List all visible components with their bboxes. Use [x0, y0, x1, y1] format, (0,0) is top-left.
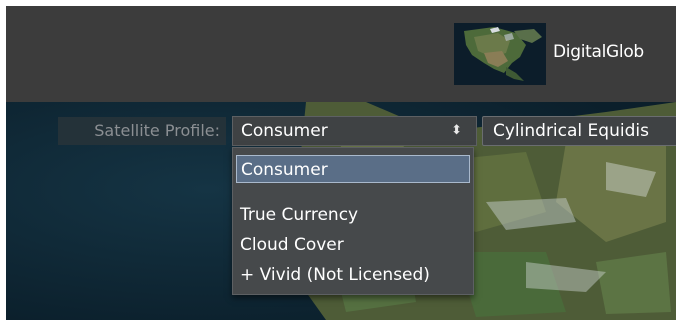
option-true-currency[interactable]: True Currency — [236, 201, 470, 229]
satellite-profile-select[interactable]: Consumer ⬍ — [232, 116, 477, 146]
provider-thumbnail[interactable] — [454, 23, 546, 85]
satellite-profile-dropdown: Consumer True Currency Cloud Cover + Viv… — [232, 147, 474, 295]
app-window: DigitalGlob Satellite Profile: Consumer … — [6, 6, 676, 320]
projection-value: Cylindrical Equidis — [493, 121, 649, 141]
north-america-satellite-thumbnail — [454, 23, 546, 85]
option-vivid-not-licensed[interactable]: + Vivid (Not Licensed) — [236, 261, 470, 289]
top-toolbar: DigitalGlob — [6, 6, 676, 102]
option-consumer[interactable]: Consumer — [236, 155, 470, 183]
satellite-profile-value: Consumer — [241, 121, 328, 141]
projection-select[interactable]: Cylindrical Equidis — [482, 116, 676, 146]
updown-arrow-icon: ⬍ — [451, 123, 462, 138]
option-cloud-cover[interactable]: Cloud Cover — [236, 231, 470, 259]
satellite-profile-label: Satellite Profile: — [58, 117, 226, 145]
provider-name: DigitalGlob — [553, 42, 644, 62]
